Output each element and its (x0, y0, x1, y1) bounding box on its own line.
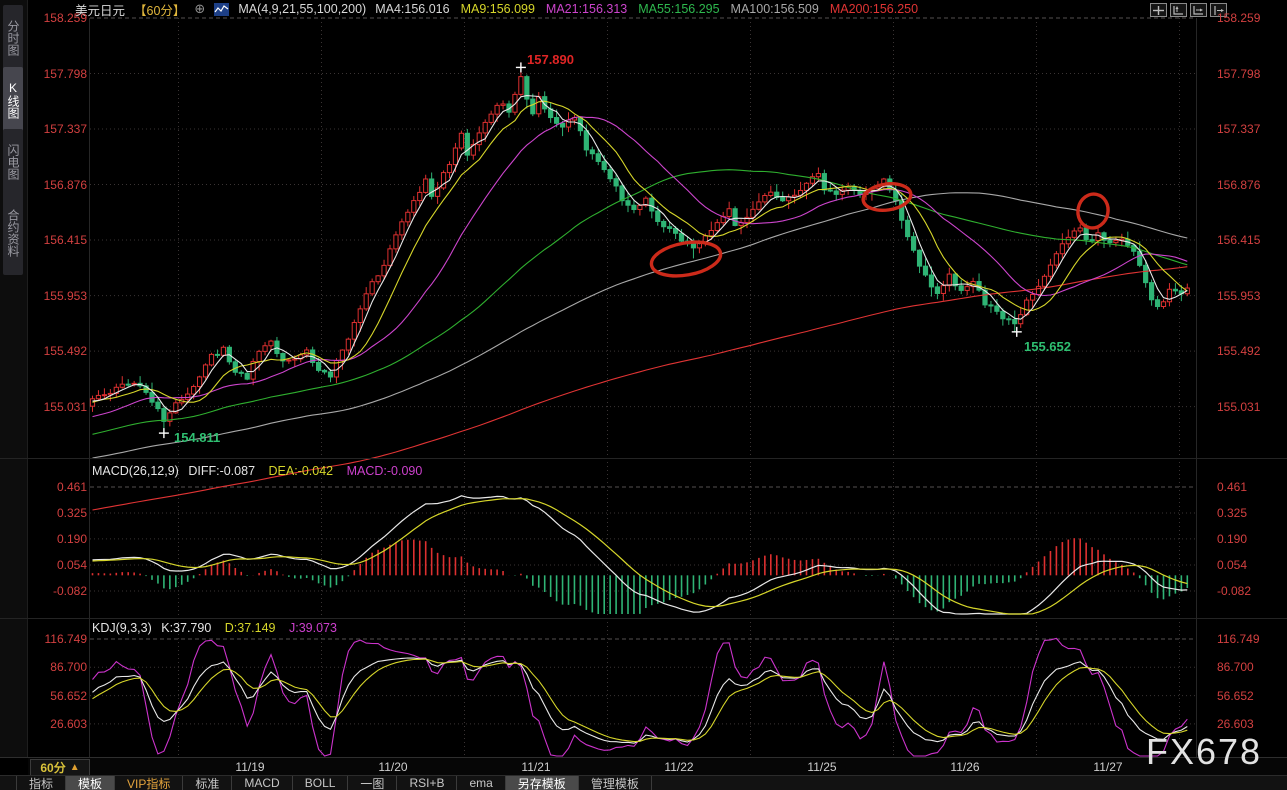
period-arrow-icon: ▲ (70, 762, 80, 773)
ma-value-1: MA9:156.099 (461, 2, 535, 16)
time-axis: 60分 ▲ 11/19 11/20 11/21 11/22 11/25 11/26 11/2… (28, 758, 1287, 775)
axis-label: 157.798 (1217, 67, 1260, 81)
axis-label: 26.603 (1217, 717, 1254, 731)
panel-divider (0, 618, 1287, 619)
chart-logo-icon (214, 3, 229, 16)
date-label: 11/26 (950, 760, 979, 774)
date-label: 11/25 (807, 760, 836, 774)
chart-header: 美元日元 【60分】 ⊕ MA(4,9,21,55,100,200) MA4:1… (75, 1, 918, 17)
toolbar-tab-9[interactable]: 另存模板 (506, 776, 579, 790)
toolbar-tab-8[interactable]: ema (457, 776, 505, 790)
axis-label: 0.325 (28, 506, 87, 520)
axis-label: 0.190 (28, 532, 87, 546)
axis-label: 0.461 (1217, 480, 1247, 494)
trading-chart-app: 分时图K线图闪电图合约资料 美元日元 【60分】 ⊕ MA(4,9,21,55,… (0, 0, 1287, 790)
axis-label: 156.415 (1217, 233, 1260, 247)
sidebar-item-0[interactable]: 分时图 (3, 5, 23, 71)
axis-label: 0.325 (1217, 506, 1247, 520)
axis-label: 156.415 (28, 233, 87, 247)
macd-diff-value: DIFF:-0.087 (188, 464, 255, 478)
toolbar-tab-5[interactable]: BOLL (293, 776, 349, 790)
period-selector[interactable]: 60分 ▲ (30, 759, 90, 776)
ma-value-4: MA100:156.509 (731, 2, 819, 16)
axis-label: 158.259 (1217, 11, 1260, 25)
kdj-title: KDJ(9,3,3) (92, 621, 152, 635)
toolbar-tab-3[interactable]: 标准 (183, 776, 232, 790)
sidebar-item-2[interactable]: 闪电图 (3, 129, 23, 195)
axis-label: 157.337 (1217, 122, 1260, 136)
period-label: 60分 (40, 759, 65, 776)
macd-dea-value: DEA:-0.042 (269, 464, 334, 478)
date-label: 11/22 (664, 760, 693, 774)
axis-label: 157.337 (28, 122, 87, 136)
ma-value-5: MA200:156.250 (830, 2, 918, 16)
date-label: 11/20 (378, 760, 407, 774)
axis-label: 157.798 (28, 67, 87, 81)
axis-label: -0.082 (28, 584, 87, 598)
axis-label: 155.031 (28, 400, 87, 414)
toolbar-tab-6[interactable]: 一图 (348, 776, 397, 790)
ma-values-group: MA4:156.016 MA9:156.099 MA21:156.313 MA55:1… (375, 2, 918, 16)
indicator-toolbar: 指标模板VIP指标标准MACDBOLL一图RSI+Bema另存模板管理模板 (0, 775, 1287, 790)
axis-label: -0.082 (1217, 584, 1251, 598)
axis-label: 155.953 (28, 289, 87, 303)
date-label: 11/19 (235, 760, 264, 774)
chart-type-sidebar: 分时图K线图闪电图合约资料 (0, 0, 28, 758)
axis-label: 56.652 (1217, 689, 1254, 703)
panel-divider (0, 458, 1287, 459)
axis-label: 26.603 (28, 717, 87, 731)
brand-watermark: FX678 (1146, 731, 1262, 773)
macd-macd-value: MACD:-0.090 (347, 464, 423, 478)
low1-price-annotation: 154.811 (174, 430, 220, 445)
macd-panel-label: MACD(26,12,9) DIFF:-0.087 DEA:-0.042 MAC… (92, 464, 422, 478)
header-tools (1150, 3, 1227, 17)
toolbar-tab-7[interactable]: RSI+B (397, 776, 457, 790)
axis-label: 155.031 (1217, 400, 1260, 414)
date-label: 11/27 (1093, 760, 1122, 774)
axis-label: 116.749 (1217, 632, 1260, 646)
macd-title: MACD(26,12,9) (92, 464, 179, 478)
ma-value-3: MA55:156.295 (638, 2, 719, 16)
axis-label: 116.749 (28, 632, 87, 646)
axis-label: 156.876 (28, 178, 87, 192)
expand-icon[interactable]: ⊕ (194, 1, 205, 17)
toolbar-tab-0[interactable]: 指标 (16, 776, 66, 790)
axis-label: 86.700 (1217, 660, 1254, 674)
axis-label: 0.054 (1217, 558, 1247, 572)
toolbar-tab-1[interactable]: 模板 (66, 776, 115, 790)
kdj-panel-label: KDJ(9,3,3) K:37.790 D:37.149 J:39.073 (92, 621, 337, 635)
high-price-annotation: 157.890 (527, 52, 574, 67)
axis-label: 156.876 (1217, 178, 1260, 192)
low2-price-annotation: 155.652 (1024, 339, 1071, 354)
axis-label: 155.492 (28, 344, 87, 358)
axis-label: 155.953 (1217, 289, 1260, 303)
kdj-j-value: J:39.073 (289, 621, 337, 635)
axis-label: 158.259 (28, 11, 87, 25)
pan-tool-icon[interactable] (1150, 3, 1167, 17)
date-label: 11/21 (521, 760, 550, 774)
toolbar-tab-4[interactable]: MACD (232, 776, 292, 790)
chart-canvas[interactable] (0, 0, 1287, 790)
toolbar-tab-2[interactable]: VIP指标 (115, 776, 183, 790)
axis-label: 155.492 (1217, 344, 1260, 358)
timeframe-label: 【60分】 (134, 0, 185, 19)
axis-label: 56.652 (28, 689, 87, 703)
ma-value-2: MA21:156.313 (546, 2, 627, 16)
axis-zoom-x-icon[interactable] (1190, 3, 1207, 17)
ma-config-label: MA(4,9,21,55,100,200) (238, 2, 366, 16)
axis-label: 0.461 (28, 480, 87, 494)
axis-label: 0.190 (1217, 532, 1247, 546)
ma-value-0: MA4:156.016 (375, 2, 449, 16)
toolbar-tab-10[interactable]: 管理模板 (579, 776, 652, 790)
kdj-d-value: D:37.149 (225, 621, 276, 635)
sidebar-item-1[interactable]: K线图 (3, 67, 23, 133)
axis-zoom-y-icon[interactable] (1170, 3, 1187, 17)
sidebar-item-3[interactable]: 合约资料 (3, 191, 23, 275)
axis-label: 0.054 (28, 558, 87, 572)
kdj-k-value: K:37.790 (161, 621, 211, 635)
axis-label: 86.700 (28, 660, 87, 674)
